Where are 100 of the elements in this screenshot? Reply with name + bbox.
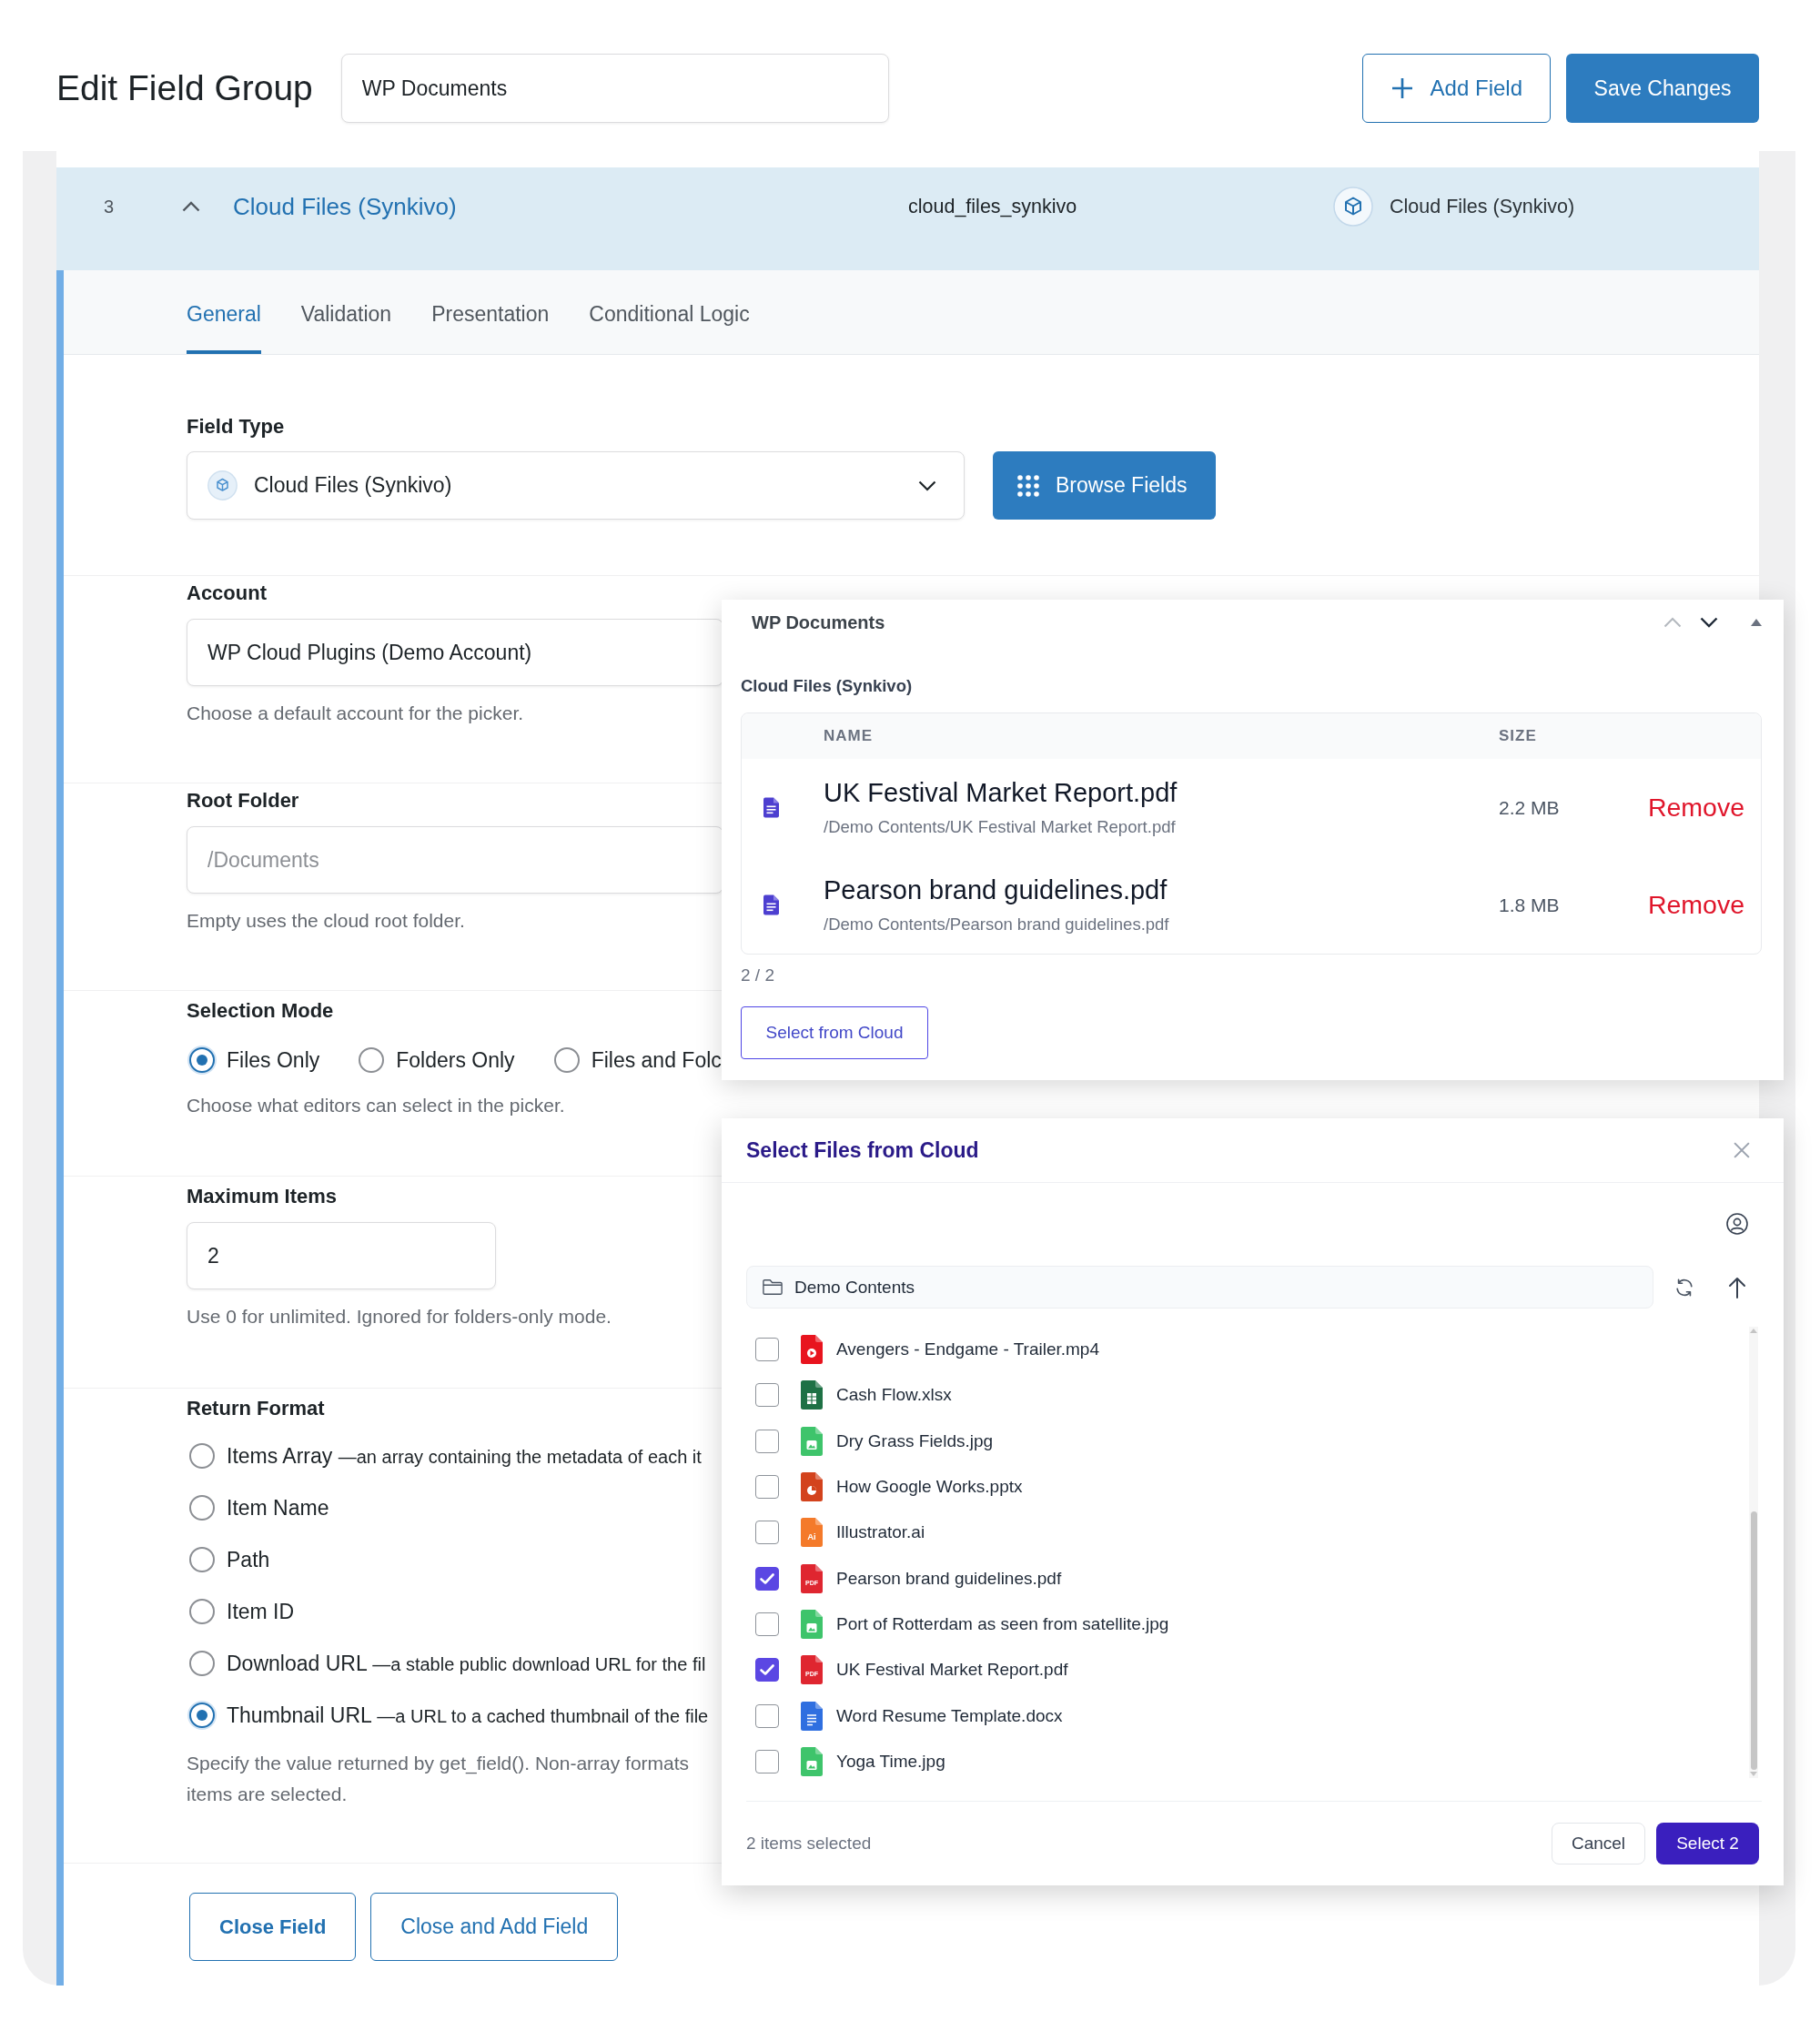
setting-label: Selection Mode: [187, 998, 334, 1024]
radio-label[interactable]: Item ID: [227, 1599, 295, 1624]
image-file-icon: [801, 1747, 823, 1777]
number-input-field[interactable]: 2: [187, 1222, 496, 1289]
column-header: NAME: [824, 727, 874, 745]
grid-icon: [1017, 474, 1039, 497]
tab[interactable]: Validation: [300, 270, 392, 354]
tab[interactable]: Presentation: [431, 270, 550, 354]
radio-label[interactable]: Files and Folc: [591, 1047, 722, 1073]
video-file-icon: [801, 1335, 823, 1365]
close-icon[interactable]: [1734, 1142, 1750, 1158]
radio-label[interactable]: Item Name: [227, 1495, 329, 1521]
radio-button[interactable]: [189, 1547, 215, 1572]
text-input-field[interactable]: WP Cloud Plugins (Demo Account): [187, 619, 723, 686]
setting-label: Field Type: [187, 414, 285, 440]
page-title: Edit Field Group: [56, 67, 313, 109]
file-name[interactable]: Cash Flow.xlsx: [836, 1385, 952, 1406]
radio-label[interactable]: Download URL —a stable public download URL for the fil: [227, 1651, 706, 1676]
setting-label: Account: [187, 581, 267, 606]
field-label-link[interactable]: Cloud Files (Synkivo): [233, 192, 457, 221]
radio-label[interactable]: Items Array —an array containing the metadata of each it: [227, 1443, 702, 1469]
dialog-title: Select Files from Cloud: [746, 1137, 980, 1163]
checkbox[interactable]: [755, 1750, 779, 1774]
scrollbar-thumb[interactable]: [1750, 1511, 1757, 1770]
radio-button[interactable]: [189, 1443, 215, 1469]
tab[interactable]: General: [187, 270, 261, 354]
file-name[interactable]: Word Resume Template.docx: [836, 1705, 1063, 1726]
radio-button[interactable]: [553, 1047, 580, 1073]
text-input-field[interactable]: /Documents: [187, 826, 723, 894]
checkbox[interactable]: [755, 1566, 779, 1591]
checkbox[interactable]: [755, 1521, 779, 1545]
remove-link[interactable]: Remove: [1647, 793, 1744, 823]
footer-button[interactable]: Close and Add Field: [370, 1893, 619, 1961]
select-from-cloud-button[interactable]: Select from Cloud: [741, 1006, 928, 1059]
file-name[interactable]: Avengers - Endgame - Trailer.mp4: [836, 1339, 1099, 1360]
file-name[interactable]: Pearson brand guidelines.pdf: [836, 1568, 1062, 1589]
radio-button[interactable]: [189, 1703, 215, 1728]
selection-count: 2 items selected: [746, 1833, 873, 1854]
cube-icon: [1333, 187, 1373, 227]
add-field-button[interactable]: Add Field: [1361, 54, 1551, 123]
image-file-icon: [801, 1426, 823, 1456]
browse-fields-button[interactable]: Browse Fields: [993, 451, 1216, 520]
radio-label[interactable]: Folders Only: [396, 1047, 515, 1073]
image-file-icon: [801, 1610, 823, 1640]
checkbox[interactable]: [755, 1658, 779, 1682]
radio-label[interactable]: Files Only: [227, 1047, 320, 1073]
panel-title: WP Documents: [752, 611, 886, 633]
refresh-icon[interactable]: [1674, 1277, 1694, 1298]
file-path: /Demo Contents/UK Festival Market Report.pdf: [824, 816, 1176, 838]
setting-label: Root Folder: [187, 788, 299, 813]
radio-label[interactable]: Path: [227, 1547, 270, 1572]
plus-icon: [1391, 78, 1412, 98]
checkbox[interactable]: [755, 1338, 779, 1362]
radio-button[interactable]: [359, 1047, 385, 1073]
file-name[interactable]: Dry Grass Fields.jpg: [836, 1430, 994, 1451]
field-order-number: 3: [104, 196, 115, 217]
select-button[interactable]: Select 2: [1656, 1822, 1759, 1864]
file-name[interactable]: UK Festival Market Report.pdf: [836, 1660, 1068, 1681]
group-name-field[interactable]: WP Documents: [340, 54, 889, 123]
user-icon[interactable]: [1726, 1213, 1748, 1235]
radio-label[interactable]: Thumbnail URL —a URL to a cached thumbnail of the file: [227, 1703, 709, 1728]
setting-label: Return Format: [187, 1396, 325, 1421]
document-file-icon: [801, 1701, 823, 1731]
cancel-button[interactable]: Cancel: [1552, 1822, 1645, 1864]
folder-icon: [763, 1278, 783, 1296]
remove-link[interactable]: Remove: [1647, 890, 1744, 920]
save-changes-button[interactable]: Save Changes: [1566, 54, 1759, 123]
file-name[interactable]: Yoga Time.jpg: [836, 1752, 945, 1773]
checkbox[interactable]: [755, 1612, 779, 1637]
check-icon: [760, 1572, 774, 1584]
radio-button[interactable]: [189, 1599, 215, 1624]
footer-button[interactable]: Close Field: [189, 1893, 357, 1961]
radio-button[interactable]: [189, 1495, 215, 1521]
scrollbar[interactable]: [1749, 1327, 1758, 1778]
file-name[interactable]: Port of Rotterdam as seen from satellite.jpg: [836, 1614, 1169, 1635]
chevron-down-icon[interactable]: [1700, 617, 1718, 628]
help-text: Specify the value returned by get_field(). Non-array formats: [187, 1752, 690, 1776]
field-type-text: Cloud Files (Synkivo): [1390, 195, 1575, 218]
file-name[interactable]: How Google Works.pptx: [836, 1477, 1023, 1498]
field-name-text: cloud_files_synkivo: [908, 195, 1077, 218]
radio-button[interactable]: [189, 1047, 215, 1073]
help-text: Use 0 for unlimited. Ignored for folders-only mode.: [187, 1305, 612, 1329]
file-name[interactable]: Illustrator.ai: [836, 1522, 925, 1543]
document-icon: [763, 894, 779, 915]
checkbox[interactable]: [755, 1475, 779, 1500]
field-type-select[interactable]: Cloud Files (Synkivo): [187, 451, 965, 520]
file-name: UK Festival Market Report.pdf: [824, 777, 1178, 808]
document-icon: [763, 797, 779, 818]
arrow-up-icon[interactable]: [1728, 1276, 1746, 1298]
folder-name[interactable]: Demo Contents: [794, 1277, 915, 1298]
checkbox[interactable]: [755, 1383, 779, 1408]
caret-up-icon[interactable]: [1751, 619, 1762, 626]
chevron-up-icon[interactable]: [182, 201, 200, 212]
tab[interactable]: Conditional Logic: [589, 270, 750, 354]
field-label: Cloud Files (Synkivo): [741, 675, 913, 697]
cube-icon: [207, 470, 238, 500]
help-text: items are selected.: [187, 1783, 348, 1806]
checkbox[interactable]: [755, 1429, 779, 1453]
checkbox[interactable]: [755, 1703, 779, 1728]
radio-button[interactable]: [189, 1651, 215, 1676]
